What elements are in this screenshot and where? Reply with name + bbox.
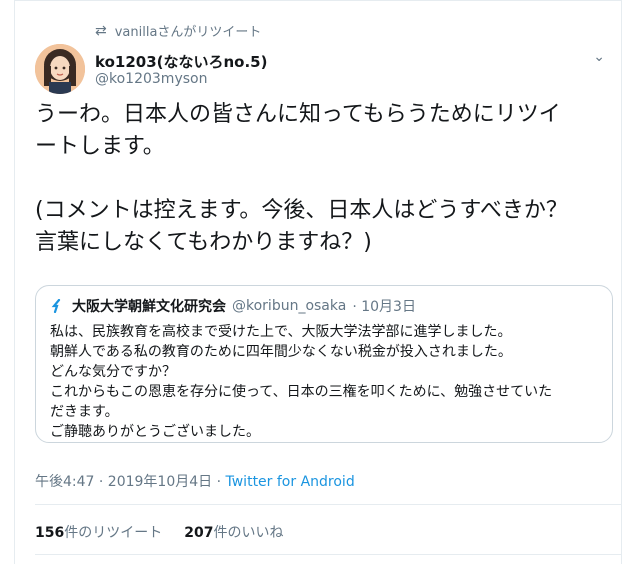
quoted-line: だきます。	[50, 404, 119, 420]
likes-count: 207	[184, 525, 214, 541]
quoted-line: 朝鮮人である私の教育のために四年間少なくない税金が投入されました。	[50, 344, 512, 360]
tweet-card: ⇄ vanillaさんがリツイート ko1203(なないろno.5) @ko12…	[14, 0, 622, 564]
tweet-line: ートします。	[35, 134, 165, 159]
chevron-down-icon[interactable]: ⌄	[593, 49, 605, 65]
retweet-context-label: vanillaさんがリツイート	[114, 25, 262, 40]
tweet-body: うーわ。日本人の皆さんに知ってもらうためにリツイ ートします。 (コメントは控え…	[35, 99, 615, 259]
tweet-line: 言葉にしなくてもわかりますね？)	[35, 230, 372, 255]
engagement-stats: 156件のリツイート 207件のいいね	[35, 522, 283, 542]
retweets-count: 156	[35, 525, 65, 541]
quoted-tweet[interactable]: 大阪大学朝鮮文化研究会 @koribun_osaka · 10月3日 私は、民族…	[35, 285, 613, 443]
quoted-line: どんな気分ですか？	[50, 364, 176, 380]
author-handle[interactable]: @ko1203myson	[95, 71, 207, 87]
divider	[35, 554, 621, 555]
quoted-text: 私は、民族教育を高校まで受けた上で、大阪大学法学部に進学しました。 朝鮮人である…	[50, 322, 598, 442]
tweet-line: (コメントは控えます。今後、日本人はどうすべきか？	[35, 198, 568, 223]
author-name[interactable]: ko1203(なないろno.5)	[95, 51, 267, 72]
quoted-date[interactable]: · 10月3日	[352, 296, 416, 316]
quoted-author-handle[interactable]: @koribun_osaka	[232, 298, 346, 314]
likes-label: 件のいいね	[213, 525, 284, 541]
source-link[interactable]: Twitter for Android	[226, 474, 355, 490]
retweets-label: 件のリツイート	[64, 525, 163, 541]
retweets-stat[interactable]: 156件のリツイート	[35, 522, 162, 542]
retweet-context[interactable]: ⇄ vanillaさんがリツイート	[95, 21, 262, 41]
quoted-author-name[interactable]: 大阪大学朝鮮文化研究会	[72, 296, 226, 316]
quoted-line: これからもこの恩恵を存分に使って、日本の三権を叩くために、勉強させていた	[50, 384, 553, 400]
quoted-line: 私は、民族教育を高校まで受けた上で、大阪大学法学部に進学しました。	[50, 324, 512, 340]
account-logo-icon	[50, 298, 64, 314]
retweet-icon: ⇄	[95, 22, 107, 39]
likes-stat[interactable]: 207件のいいね	[184, 522, 283, 542]
tweet-line: うーわ。日本人の皆さんに知ってもらうためにリツイ	[35, 102, 561, 127]
quoted-line: ご静聴ありがとうございました。	[50, 424, 260, 440]
tweet-timestamp: 午後4:47 · 2019年10月4日 · Twitter for Androi…	[35, 471, 355, 491]
divider	[35, 504, 621, 505]
timestamp-text[interactable]: 午後4:47 · 2019年10月4日 ·	[35, 474, 226, 490]
avatar[interactable]	[35, 44, 85, 94]
